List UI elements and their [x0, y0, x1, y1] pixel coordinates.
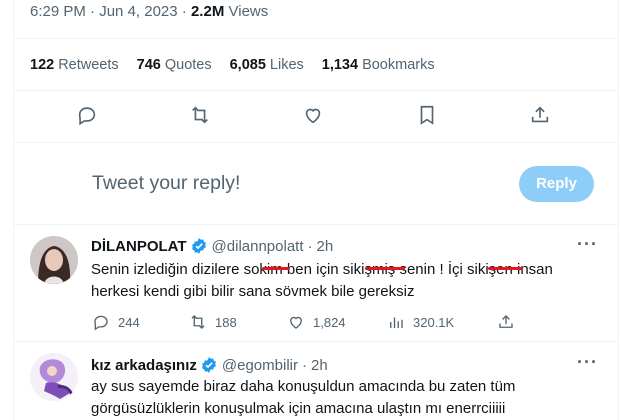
reply-icon[interactable] [76, 104, 100, 128]
display-name[interactable]: DİLANPOLAT [91, 238, 187, 255]
stat-likes[interactable]: 6,085 Likes [230, 57, 304, 73]
reply-count: 244 [118, 314, 140, 330]
reply-time[interactable]: 2h [317, 238, 334, 255]
reply-action-bar: 244 188 1,824 320.1K [92, 313, 523, 331]
divider [14, 38, 619, 39]
like-count-button[interactable]: 1,824 [287, 313, 387, 331]
divider [14, 142, 619, 143]
bookmark-icon[interactable] [416, 104, 440, 128]
reply-text-line: Senin izlediğin dizilere sokim ben için … [91, 261, 553, 278]
reply-text-line: görgüsüzlüklerin konuşulmak için amacına… [91, 400, 506, 417]
reply-time[interactable]: 2h [311, 357, 328, 374]
divider [14, 224, 619, 225]
share-button[interactable] [497, 313, 523, 331]
tweet-timestamp: 6:29 PM · Jun 4, 2023 · 2.2M Views [30, 3, 268, 20]
views-count-button[interactable]: 320.1K [387, 313, 497, 331]
retweet-icon[interactable] [189, 104, 213, 128]
share-icon [499, 315, 513, 328]
display-name[interactable]: kız arkadaşınız [91, 357, 197, 374]
verified-badge-icon [191, 238, 206, 254]
reply-input[interactable]: Tweet your reply! [92, 172, 240, 195]
reply-text-line: herkesi kendi gibi bilir sana sövmek bil… [91, 283, 415, 300]
stat-bookmarks[interactable]: 1,134 Bookmarks [322, 57, 435, 73]
reply-text: ay sus sayemde biraz daha konuşuldun ama… [91, 376, 591, 420]
reply-header: kız arkadaşınız @egombilir · 2h [91, 356, 328, 374]
divider [14, 341, 619, 342]
censor-mark [365, 267, 405, 270]
reply-header: DİLANPOLAT @dilannpolatt · 2h [91, 237, 333, 255]
user-handle[interactable]: @dilannpolatt [212, 238, 304, 255]
header-separator: · [307, 237, 313, 255]
avatar[interactable] [30, 353, 78, 401]
views-count: 2.2M [190, 3, 225, 20]
views-count: 320.1K [413, 314, 455, 330]
user-handle[interactable]: @egombilir [222, 357, 298, 374]
retweet-icon [191, 315, 205, 329]
stat-retweets[interactable]: 122 Retweets [30, 57, 119, 73]
tweet-time[interactable]: 6:29 PM [30, 3, 86, 20]
like-icon [290, 316, 302, 329]
engagement-stats: 122 Retweets 746 Quotes 6,085 Likes 1,134 Bo… [30, 57, 435, 73]
verified-badge-icon [201, 357, 216, 373]
more-options-icon[interactable]: ··· [577, 234, 598, 255]
more-options-icon[interactable]: ··· [577, 352, 598, 373]
like-icon[interactable] [302, 104, 326, 128]
like-count: 1,824 [313, 314, 346, 330]
reply-text-line: ay sus sayemde biraz daha konuşuldun ama… [91, 378, 516, 395]
stat-quotes[interactable]: 746 Quotes [137, 57, 212, 73]
divider [14, 90, 619, 91]
meta-separator: · [181, 3, 187, 20]
header-separator: · [301, 356, 307, 374]
meta-separator: · [90, 3, 96, 20]
retweet-count: 188 [215, 314, 237, 330]
views-icon [390, 317, 403, 328]
reply-icon [94, 315, 108, 331]
censor-mark [488, 267, 523, 270]
retweet-count-button[interactable]: 188 [189, 313, 287, 331]
views-label: Views [228, 3, 269, 20]
tweet-date[interactable]: Jun 4, 2023 [99, 3, 177, 20]
censor-mark [262, 267, 290, 270]
reply-button[interactable]: Reply [519, 166, 594, 202]
reply-count-button[interactable]: 244 [92, 313, 189, 331]
reply-text: Senin izlediğin dizilere sokim ben için … [91, 259, 591, 303]
avatar[interactable] [30, 236, 78, 284]
share-icon[interactable] [529, 104, 553, 128]
